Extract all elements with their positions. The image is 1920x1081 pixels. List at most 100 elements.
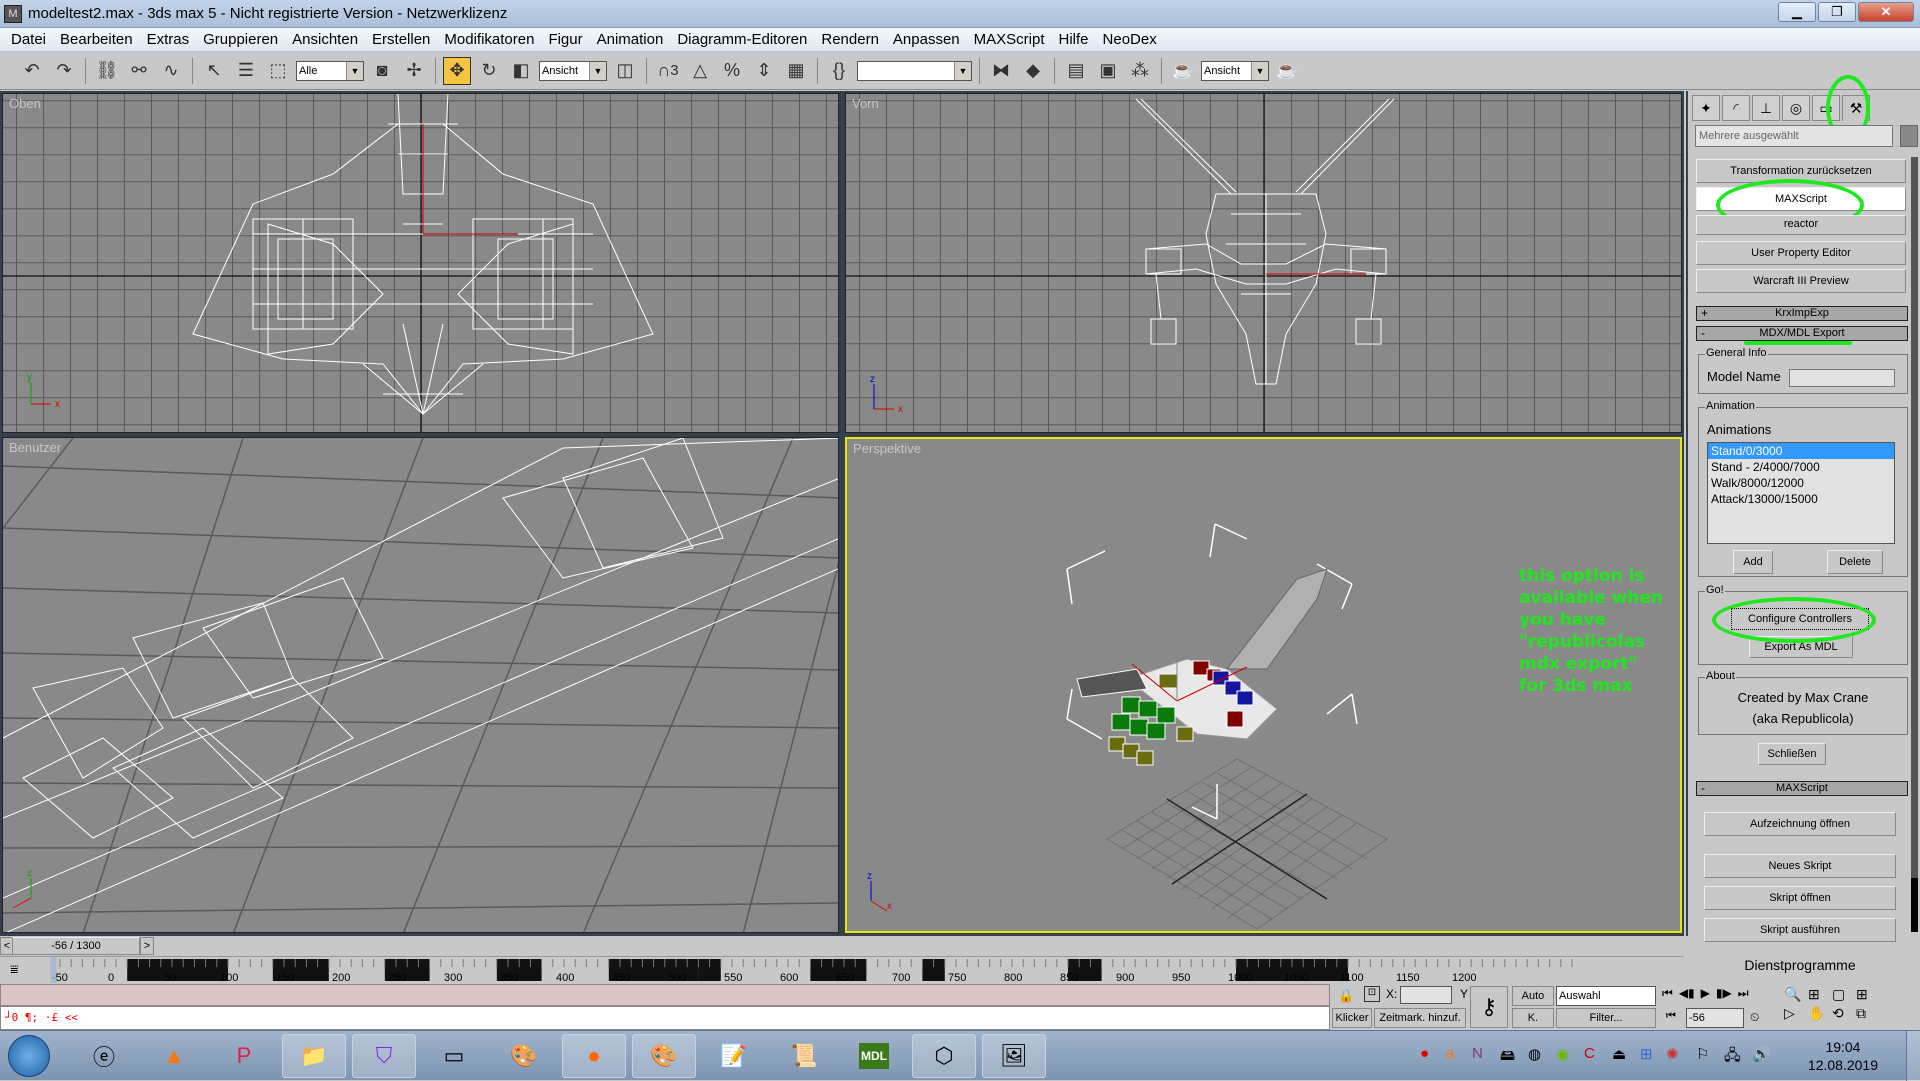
animation-item[interactable]: Attack/13000/15000 bbox=[1708, 491, 1894, 507]
paint-icon[interactable]: 🎨 bbox=[492, 1034, 556, 1078]
render-type-dropdown[interactable]: Ansicht bbox=[1201, 60, 1269, 81]
percent-snap-icon[interactable]: % bbox=[718, 57, 746, 85]
quick-render-icon[interactable]: ☕ bbox=[1273, 57, 1301, 85]
menu-figur[interactable]: Figur bbox=[541, 31, 589, 48]
material-editor-icon[interactable]: ⁂ bbox=[1126, 57, 1154, 85]
menu-gruppieren[interactable]: Gruppieren bbox=[196, 31, 285, 48]
viewport-label-user[interactable]: Benutzer bbox=[9, 440, 61, 455]
undo-icon[interactable]: ↶ bbox=[18, 57, 46, 85]
onenote-icon[interactable]: N bbox=[1472, 1045, 1483, 1062]
menu-neodex[interactable]: NeoDex bbox=[1096, 31, 1164, 48]
add-animation-button[interactable]: Add bbox=[1733, 550, 1773, 574]
mdl-icon[interactable]: MDL bbox=[859, 1043, 889, 1069]
menu-erstellen[interactable]: Erstellen bbox=[365, 31, 437, 48]
viewport-perspective[interactable]: z x Perspektive this option is available … bbox=[845, 437, 1682, 933]
named-selection-dropdown[interactable] bbox=[857, 60, 972, 81]
viewport-user[interactable]: z Benutzer bbox=[2, 437, 839, 933]
object-color-swatch[interactable] bbox=[1900, 125, 1918, 147]
close-button[interactable]: ✕ bbox=[1858, 2, 1914, 22]
ccleaner-icon[interactable]: C bbox=[1584, 1045, 1595, 1062]
user-property-editor-button[interactable]: User Property Editor bbox=[1696, 241, 1906, 265]
hierarchy-icon[interactable]: ⊥ bbox=[1752, 95, 1780, 121]
unlink-icon[interactable]: ⚯ bbox=[125, 57, 153, 85]
key-mode-dropdown[interactable]: Auswahl bbox=[1556, 986, 1656, 1006]
start-button[interactable] bbox=[8, 1035, 50, 1077]
snap-3d-icon[interactable]: ∩ 3 bbox=[654, 57, 682, 85]
time-config-icon[interactable]: ⏲ bbox=[1750, 1010, 1759, 1025]
flag-icon[interactable]: ⚐ bbox=[1696, 1045, 1709, 1063]
run-script-button[interactable]: Skript ausführen bbox=[1704, 918, 1896, 942]
menu-rendern[interactable]: Rendern bbox=[814, 31, 886, 48]
animation-item[interactable]: Walk/8000/12000 bbox=[1708, 475, 1894, 491]
volume-icon[interactable]: 🔊 bbox=[1752, 1045, 1771, 1063]
zoom-all-icon[interactable]: ⊞ bbox=[1808, 986, 1830, 1003]
clock[interactable]: 19:04 12.08.2019 bbox=[1808, 1038, 1878, 1074]
close-rollout-button[interactable]: Schließen bbox=[1758, 743, 1826, 765]
select-icon[interactable]: ↖ bbox=[200, 57, 228, 85]
mini-listener[interactable]: ┘0 ¶; ·£ << bbox=[0, 1006, 1330, 1030]
set-key-icon[interactable]: ⚷ bbox=[1470, 986, 1508, 1028]
rollout-mdx-export[interactable]: - MDX/MDL Export bbox=[1696, 326, 1908, 341]
key-mode-toggle-icon[interactable]: ⏮ bbox=[1666, 1010, 1676, 1023]
menu-anpassen[interactable]: Anpassen bbox=[886, 31, 967, 48]
named-selection-icon[interactable]: ▦ bbox=[782, 57, 810, 85]
menu-diagramm-editoren[interactable]: Diagramm-Editoren bbox=[670, 31, 814, 48]
current-frame-field[interactable]: -56 bbox=[1686, 1008, 1744, 1028]
menu-bearbeiten[interactable]: Bearbeiten bbox=[53, 31, 140, 48]
animation-item[interactable]: Stand - 2/4000/7000 bbox=[1708, 459, 1894, 475]
x-coordinate-field[interactable] bbox=[1400, 986, 1452, 1004]
scrollbar-thumb[interactable] bbox=[1911, 878, 1918, 932]
viewport-label-top[interactable]: Oben bbox=[9, 96, 41, 111]
viewport-label-perspective[interactable]: Perspektive bbox=[853, 441, 921, 456]
bug-icon[interactable]: ✺ bbox=[1666, 1045, 1679, 1063]
command-panel-scrollbar[interactable] bbox=[1911, 157, 1918, 932]
scroll-quill-icon[interactable]: 📜 bbox=[772, 1034, 836, 1078]
named-sets-icon[interactable]: {} bbox=[825, 57, 853, 85]
paint-palette-icon[interactable]: 🎨 bbox=[632, 1034, 696, 1078]
prev-key-button[interactable]: ◀▮ bbox=[1679, 986, 1695, 1001]
file-explorer-icon[interactable]: 📁 bbox=[282, 1034, 346, 1078]
render-scene-icon[interactable]: ☕ bbox=[1169, 57, 1197, 85]
play-button[interactable]: ▶ bbox=[1701, 986, 1710, 1001]
warcraft-tool-icon[interactable]: ⛉ bbox=[352, 1034, 416, 1078]
network-globe-icon[interactable]: ◍ bbox=[1528, 1045, 1541, 1063]
menu-extras[interactable]: Extras bbox=[140, 31, 197, 48]
photo-viewer-icon[interactable]: 🖼 bbox=[982, 1034, 1046, 1078]
rotate-icon[interactable]: ↻ bbox=[475, 57, 503, 85]
menu-hilfe[interactable]: Hilfe bbox=[1052, 31, 1096, 48]
angle-snap-icon[interactable]: △ bbox=[686, 57, 714, 85]
windows-update-icon[interactable]: ⊞ bbox=[1640, 1045, 1653, 1063]
viewport-label-front[interactable]: Vorn bbox=[852, 96, 879, 111]
redo-icon[interactable]: ↷ bbox=[50, 57, 78, 85]
field-of-view-icon[interactable]: ▷ bbox=[1784, 1005, 1806, 1022]
goto-end-button[interactable]: ⏭ bbox=[1738, 986, 1749, 1001]
menu-ansichten[interactable]: Ansichten bbox=[285, 31, 365, 48]
scale-icon[interactable]: ◧ bbox=[507, 57, 535, 85]
mega-icon[interactable]: ● bbox=[1420, 1045, 1429, 1062]
notepad-icon[interactable]: 📝 bbox=[702, 1034, 766, 1078]
delete-animation-button[interactable]: Delete bbox=[1827, 550, 1883, 574]
usb-icon[interactable]: ⏏ bbox=[1612, 1045, 1626, 1063]
rect-region-icon[interactable]: ⬚ bbox=[264, 57, 292, 85]
3dsmax-icon[interactable]: ⬡ bbox=[912, 1034, 976, 1078]
selection-filter-dropdown[interactable]: Alle bbox=[296, 60, 364, 81]
motion-icon[interactable]: ◎ bbox=[1782, 95, 1810, 121]
viewport-front[interactable]: zx Vorn bbox=[845, 93, 1682, 433]
show-desktop-button[interactable] bbox=[1906, 1031, 1920, 1081]
powerpoint-icon[interactable]: P bbox=[212, 1034, 276, 1078]
menu-animation[interactable]: Animation bbox=[590, 31, 671, 48]
menu-modifikatoren[interactable]: Modifikatoren bbox=[437, 31, 541, 48]
menu-datei[interactable]: Datei bbox=[4, 31, 53, 48]
pivot-icon[interactable]: ◫ bbox=[611, 57, 639, 85]
open-listener-button[interactable]: Aufzeichnung öffnen bbox=[1704, 812, 1896, 836]
animations-list[interactable]: Stand/0/3000 Stand - 2/4000/7000 Walk/80… bbox=[1707, 442, 1895, 544]
network-icon[interactable]: 🖧 bbox=[1724, 1045, 1741, 1070]
next-key-button[interactable]: ▮▶ bbox=[1716, 986, 1732, 1001]
coord-system-dropdown[interactable]: Ansicht bbox=[539, 60, 607, 81]
create-icon[interactable]: ✦ bbox=[1692, 95, 1720, 121]
app-icon[interactable]: M bbox=[4, 4, 22, 23]
new-script-button[interactable]: Neues Skript bbox=[1704, 854, 1896, 878]
firefox-icon[interactable]: ● bbox=[562, 1034, 626, 1078]
next-frame-button[interactable]: > bbox=[140, 937, 154, 955]
link-icon[interactable]: ⛓ bbox=[93, 57, 121, 85]
